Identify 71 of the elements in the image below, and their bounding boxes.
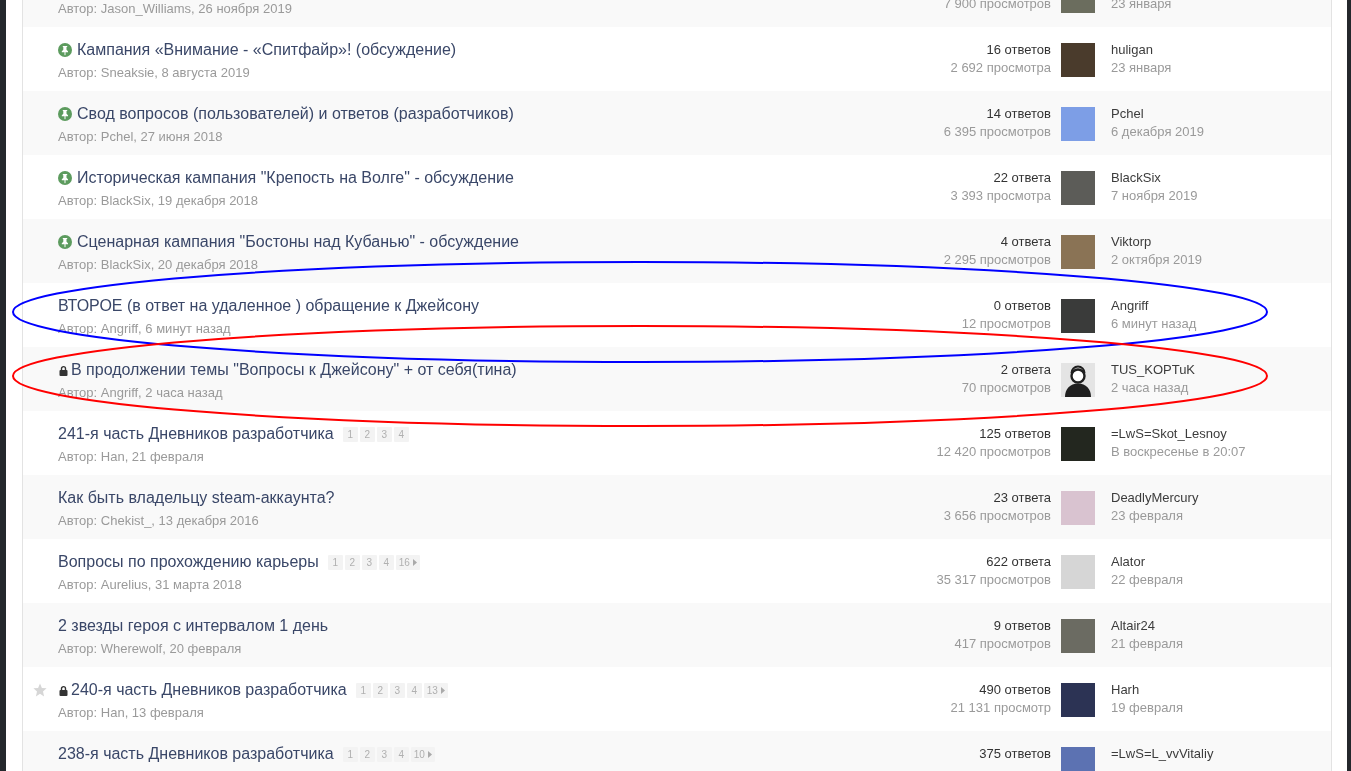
view-count: 417 просмотров [954, 635, 1051, 653]
last-post-date: В воскресенье в 20:07 [1111, 443, 1246, 461]
topic-title-link[interactable]: В продолжении темы "Вопросы к Джейсону" + от себя(тина) [71, 360, 517, 380]
last-post-date: 7 ноября 2019 [1111, 187, 1198, 205]
topic-author-meta: Автор: BlackSix, 20 декабря 2018 [58, 257, 259, 273]
last-poster-link[interactable]: BlackSix [1111, 169, 1161, 187]
last-poster-link[interactable]: TUS_KOPTuK [1111, 361, 1196, 379]
topic-author-meta: Автор: BlackSix, 19 декабря 2018 [58, 193, 259, 209]
reply-count: 22 ответа [993, 169, 1051, 187]
topic-author-meta: Автор: Jason_Williams, 26 ноября 2019 [58, 1, 292, 17]
view-count: 6 395 просмотров [943, 123, 1051, 141]
reply-count: 622 ответа [986, 553, 1051, 571]
caret-icon [412, 558, 417, 566]
last-post-date: 19 февраля [1111, 699, 1183, 717]
view-count: 12 420 просмотров [936, 443, 1051, 461]
last-post-date: 2 часа назад [1111, 379, 1189, 397]
last-post-date: 23 февраля [1111, 507, 1183, 525]
topic-author-meta: Автор: Aurelius, 31 марта 2018 [58, 577, 242, 593]
view-count: 70 просмотров [961, 379, 1051, 397]
view-count: 2 295 просмотров [943, 251, 1051, 269]
view-count: 3 656 просмотров [943, 507, 1051, 525]
topic-title-link[interactable]: 2 звезды героя с интервалом 1 день [58, 616, 329, 636]
last-post-date: 22 февраля [1111, 571, 1183, 589]
last-poster-link[interactable]: Altair24 [1111, 617, 1156, 635]
topic-title-link[interactable]: Вопросы по прохождению карьеры [58, 552, 319, 572]
reply-count: 490 ответов [979, 681, 1051, 699]
topic-author-meta: Автор: Wherewolf, 20 февраля [58, 641, 242, 657]
topic-author-meta: Автор: Chekist_, 13 декабря 2016 [58, 513, 259, 529]
last-poster-link[interactable]: Alator [1111, 553, 1145, 571]
reply-count: 4 ответа [1000, 233, 1051, 251]
reply-count: 0 ответов [993, 297, 1051, 315]
reply-count: 14 ответов [986, 105, 1051, 123]
topic-title-link[interactable]: 238-я часть Дневников разработчика [58, 744, 334, 764]
last-post-date: 23 января [1111, 59, 1172, 77]
view-count: 35 317 просмотров [936, 571, 1051, 589]
topic-title-link[interactable]: Сценарная кампания "Бостоны над Кубанью" - обсуждение [77, 232, 519, 252]
reply-count: 9 ответов [993, 617, 1051, 635]
last-poster-link[interactable]: Angriff [1111, 297, 1149, 315]
topic-title-link[interactable]: Как быть владельцу steam-аккаунта? [58, 488, 335, 508]
last-poster-link[interactable]: =LwS=Skot_Lesnoy [1111, 425, 1227, 443]
caret-icon [427, 750, 432, 758]
last-poster-link[interactable]: Harh [1111, 681, 1140, 699]
topic-title-link[interactable]: ВТОРОЕ (в ответ на удаленное ) обращение к Джейсону [58, 296, 479, 316]
reply-count: 375 ответов [979, 745, 1051, 763]
topic-author-meta: Автор: Pchel, 27 июня 2018 [58, 129, 223, 145]
topic-author-meta: Автор: Han, 21 февраля [58, 449, 204, 465]
reply-count: 2 ответа [1000, 361, 1051, 379]
last-poster-link[interactable]: Pchel [1111, 105, 1144, 123]
view-count: 3 393 просмотра [950, 187, 1051, 205]
last-poster-link[interactable]: Viktorp [1111, 233, 1152, 251]
topic-title-link[interactable]: Историческая кампания "Крепость на Волге" - обсуждение [77, 168, 514, 188]
topic-author-meta: Автор: Han, 13 февраля [58, 705, 204, 721]
view-count: 2 692 просмотра [950, 59, 1051, 77]
topic-author-meta: Автор: Sneaksie, 8 августа 2019 [58, 65, 250, 81]
last-post-date: 2 октября 2019 [1111, 251, 1202, 269]
topic-title-link[interactable]: 241-я часть Дневников разработчика [58, 424, 334, 444]
topic-title-link[interactable]: Свод вопросов (пользователей) и ответов (разработчиков) [77, 104, 514, 124]
last-poster-link[interactable]: =LwS=L_vvVitaliy [1111, 745, 1214, 763]
last-post-date: 21 февраля [1111, 635, 1183, 653]
view-count: 12 просмотров [961, 315, 1051, 333]
caret-icon [440, 686, 445, 694]
reply-count: 23 ответа [993, 489, 1051, 507]
last-poster-link[interactable]: huligan [1111, 41, 1153, 59]
reply-count: 125 ответов [979, 425, 1051, 443]
last-poster-link[interactable]: DeadlyMercury [1111, 489, 1199, 507]
last-post-date: 6 декабря 2019 [1111, 123, 1204, 141]
view-count: 21 131 просмотр [950, 699, 1051, 717]
topic-title-link[interactable]: 240-я часть Дневников разработчика [71, 680, 347, 700]
reply-count: 16 ответов [986, 41, 1051, 59]
last-post-date: 6 минут назад [1111, 315, 1197, 333]
topic-title-link[interactable]: Кампания «Внимание - «Спитфайр»! (обсуждение) [77, 40, 457, 60]
